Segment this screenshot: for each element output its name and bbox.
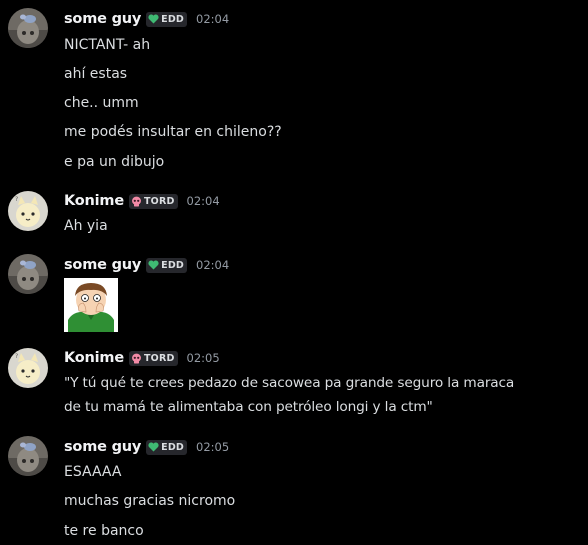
pink-skull-icon [131,196,142,207]
avatar[interactable]: ? [8,348,48,388]
message-line: de tu mamá te alimentaba con petróleo lo… [64,399,433,415]
message-line: Ah yia [64,218,108,234]
green-heart-icon [148,442,159,452]
green-heart-icon [148,14,159,24]
avatar[interactable] [8,8,48,48]
role-tag[interactable]: TORD [128,350,178,366]
avatar[interactable] [8,436,48,476]
username[interactable]: some guy [64,439,141,455]
role-tag-label: EDD [161,441,185,453]
timestamp[interactable]: 02:05 [196,440,229,454]
avatar[interactable] [8,254,48,294]
pink-skull-icon [131,353,142,364]
role-tag-label: TORD [143,352,175,364]
message-header: some guy EDD 02:05 [64,437,229,457]
svg-text:?: ? [15,353,18,360]
username[interactable]: Konime [64,193,124,209]
message-line: ahí estas [64,66,128,82]
timestamp[interactable]: 02:04 [187,194,220,208]
message-header: some guy EDD 02:04 [64,255,229,275]
message-line: che.. umm [64,95,139,111]
role-tag[interactable]: EDD [146,257,188,273]
username[interactable]: some guy [64,257,141,273]
timestamp[interactable]: 02:04 [196,258,229,272]
timestamp[interactable]: 02:04 [196,12,229,26]
role-tag[interactable]: EDD [146,439,188,455]
message-line: "Y tú qué te crees pedazo de sacowea pa … [64,375,515,391]
role-tag-label: EDD [161,259,185,271]
message-line: ESAAAA [64,464,122,480]
role-tag-label: TORD [143,195,175,207]
edd-face-sticker[interactable] [64,278,118,332]
role-tag[interactable]: EDD [146,11,188,27]
message-line: e pa un dibujo [64,154,165,170]
message-header: some guy EDD 02:04 [64,9,229,29]
avatar[interactable]: ? [8,191,48,231]
message-header: Konime TORD 02:04 [64,191,220,211]
message-line: te re banco [64,523,144,539]
message-line: me podés insultar en chileno?? [64,124,282,140]
username[interactable]: Konime [64,350,124,366]
green-heart-icon [148,260,159,270]
role-tag-label: EDD [161,13,185,25]
timestamp[interactable]: 02:05 [187,351,220,365]
message-line: muchas gracias nicromo [64,493,236,509]
message-line: NICTANT- ah [64,37,151,53]
chat-log: some guy EDD 02:04 NICTANT- ah ahí estas… [0,0,588,545]
svg-text:?: ? [15,196,18,203]
role-tag[interactable]: TORD [128,193,178,209]
username[interactable]: some guy [64,11,141,27]
message-header: Konime TORD 02:05 [64,348,220,368]
